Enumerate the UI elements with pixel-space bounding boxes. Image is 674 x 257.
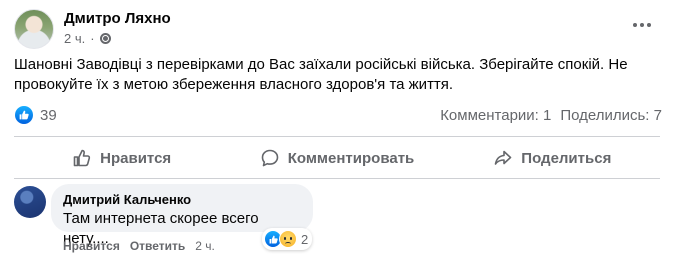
- divider: [14, 178, 660, 179]
- share-button[interactable]: Поделиться: [445, 142, 660, 174]
- more-options-icon[interactable]: [624, 11, 660, 39]
- comment-reply-link[interactable]: Ответить: [130, 239, 185, 253]
- comment-author-name[interactable]: Дмитрий Кальченко: [63, 192, 301, 208]
- post-header: Дмитро Ляхно 2 ч. ·: [14, 9, 660, 49]
- like-button[interactable]: Нравится: [14, 142, 229, 174]
- comment-actions: Нравится Ответить 2 ч.: [63, 239, 215, 253]
- comments-count-link[interactable]: Комментарии: 1: [440, 107, 551, 124]
- like-reaction-icon[interactable]: [15, 106, 33, 124]
- comment-timestamp[interactable]: 2 ч.: [195, 239, 215, 253]
- post-timestamp[interactable]: 2 ч.: [64, 31, 85, 46]
- sad-reaction-icon: [279, 230, 297, 248]
- comment-button-label: Комментировать: [287, 149, 415, 167]
- post-actions: Нравится Комментировать Поделиться: [14, 142, 660, 174]
- comment-icon: [261, 149, 279, 167]
- comment-bubble: Дмитрий Кальченко Там интернета скорее в…: [51, 184, 313, 247]
- share-icon: [494, 150, 512, 165]
- thumbs-up-icon: [73, 149, 91, 167]
- post-author-name[interactable]: Дмитро Ляхно: [64, 10, 171, 27]
- globe-icon: [99, 33, 111, 44]
- comment-reactions-count: 2: [301, 231, 309, 247]
- meta-separator: ·: [90, 31, 95, 46]
- comment-button[interactable]: Комментировать: [229, 142, 444, 174]
- stats-right: Комментарии: 1 Поделились: 7: [440, 107, 662, 124]
- share-button-label: Поделиться: [521, 149, 612, 167]
- likes-count[interactable]: 39: [40, 107, 57, 124]
- like-button-label: Нравится: [100, 149, 172, 167]
- author-avatar[interactable]: [14, 9, 54, 49]
- comment-like-link[interactable]: Нравится: [63, 239, 120, 253]
- comment-reactions[interactable]: 2: [262, 228, 313, 250]
- divider: [14, 136, 660, 137]
- commenter-avatar[interactable]: [14, 186, 46, 218]
- shares-count-link[interactable]: Поделились: 7: [560, 107, 662, 124]
- post-text: Шановні Заводівці з перевірками до Вас з…: [14, 56, 628, 93]
- post-meta: 2 ч. ·: [64, 31, 111, 46]
- post-stats: 39 Комментарии: 1 Поделились: 7: [14, 106, 662, 126]
